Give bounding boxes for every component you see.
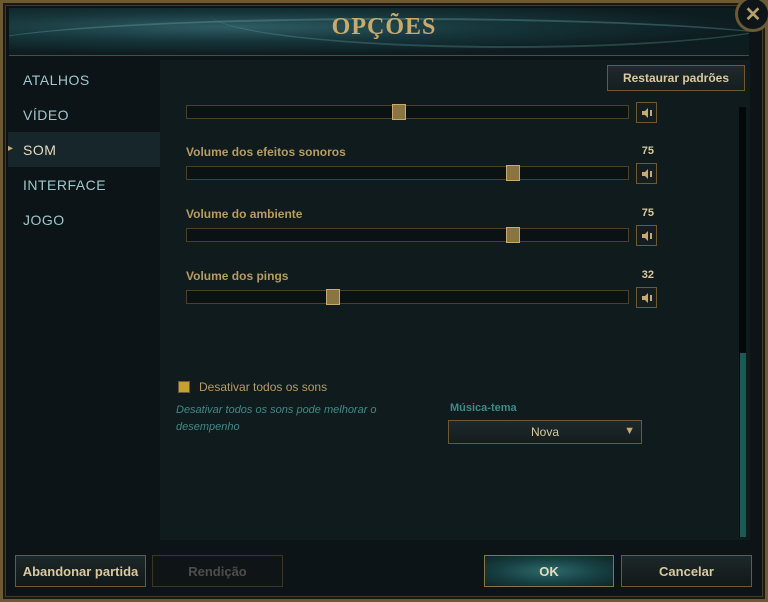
nav-item-atalhos[interactable]: ATALHOS (8, 62, 160, 97)
nav-item-jogo[interactable]: JOGO (8, 202, 160, 237)
close-icon: ✕ (744, 3, 762, 26)
slider-label: Volume dos pings (186, 269, 289, 283)
speaker-icon (641, 292, 652, 303)
volume-slider-track[interactable] (186, 104, 629, 120)
mute-button[interactable] (636, 225, 657, 246)
mute-all-hint: Desativar todos os sons pode melhorar o … (176, 404, 377, 433)
surrender-button[interactable]: Rendição (152, 555, 283, 587)
sound-settings-panel: Restaurar padrões Volume dos efeitos son… (160, 60, 750, 540)
scrollbar-thumb[interactable] (740, 353, 746, 537)
music-theme-label: Música-tema (450, 402, 517, 414)
window-title: OPÇÕES (331, 14, 437, 40)
restore-defaults-button[interactable]: Restaurar padrões (607, 65, 745, 91)
options-nav: ATALHOS VÍDEO ▸ SOM INTERFACE JOGO (8, 62, 160, 237)
pings-volume-slider[interactable] (186, 289, 629, 305)
mute-all-label: Desativar todos os sons (199, 380, 328, 394)
speaker-icon (641, 168, 652, 179)
ambient-volume-slider[interactable] (186, 227, 629, 243)
close-button[interactable]: ✕ (735, 0, 768, 32)
mute-button[interactable] (636, 102, 657, 123)
slider-thumb[interactable] (506, 227, 521, 243)
slider-value: 32 (641, 269, 654, 281)
slider-value: 75 (641, 207, 654, 219)
chevron-down-icon: ▼ (624, 425, 635, 437)
nav-item-label: JOGO (23, 211, 65, 228)
nav-item-som[interactable]: ▸ SOM (8, 132, 160, 167)
ok-button[interactable]: OK (484, 555, 614, 587)
slider-label: Volume do ambiente (186, 207, 303, 221)
nav-item-video[interactable]: VÍDEO (8, 97, 160, 132)
speaker-icon (641, 230, 652, 241)
nav-item-label: VÍDEO (23, 106, 70, 123)
slider-label: Volume dos efeitos sonoros (186, 145, 346, 159)
nav-item-label: SOM (23, 141, 57, 158)
slider-thumb[interactable] (325, 289, 340, 305)
mute-all-checkbox[interactable] (178, 381, 190, 393)
volume-slider-thumb[interactable] (391, 104, 406, 120)
nav-item-interface[interactable]: INTERFACE (8, 167, 160, 202)
music-theme-value: Nova (530, 425, 559, 439)
mute-button[interactable] (636, 287, 657, 308)
speaker-icon (641, 107, 652, 118)
music-theme-select[interactable]: Nova ▼ (448, 420, 642, 444)
nav-item-label: ATALHOS (23, 71, 90, 88)
slider-thumb[interactable] (506, 165, 521, 181)
mute-all-checkbox-row[interactable]: Desativar todos os sons (178, 380, 327, 394)
cancel-button[interactable]: Cancelar (621, 555, 752, 587)
mute-button[interactable] (636, 163, 657, 184)
active-chevron-icon: ▸ (8, 143, 14, 154)
nav-item-label: INTERFACE (23, 176, 107, 193)
effects-volume-slider[interactable] (186, 165, 629, 181)
slider-value: 75 (641, 145, 654, 157)
settings-scroll-area[interactable]: Volume dos efeitos sonoros 75 Volume do … (160, 100, 740, 540)
abandon-game-button[interactable]: Abandonar partida (15, 555, 146, 587)
